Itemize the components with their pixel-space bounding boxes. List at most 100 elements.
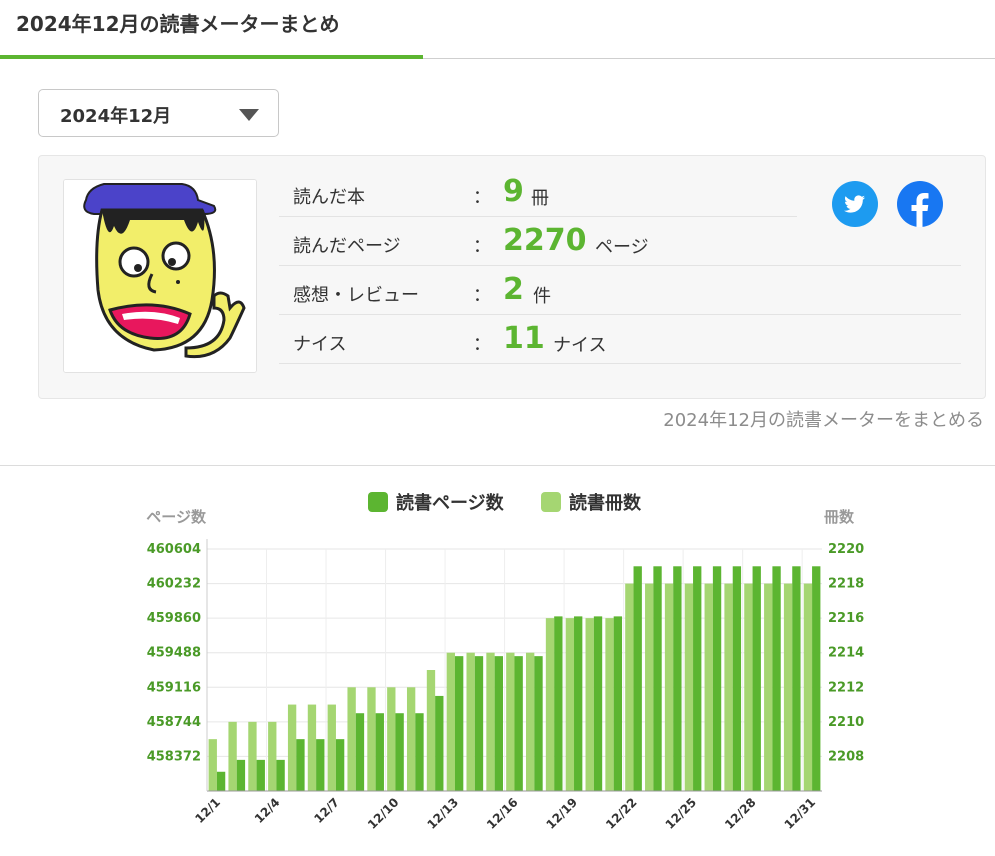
bar-pages: [494, 656, 503, 791]
stat-label: 読んだページ: [293, 236, 401, 257]
bar-pages: [335, 739, 345, 791]
summarize-month-link[interactable]: 2024年12月の読書メーターをまとめる: [663, 406, 984, 432]
bar-books: [645, 583, 654, 791]
bar-pages: [236, 759, 246, 791]
bar-books: [387, 687, 396, 791]
stat-colon: ：: [473, 236, 491, 257]
stat-row-nice: ナイス ： 11 ナイス: [279, 316, 961, 364]
y-tick-label-left: 459488: [147, 646, 201, 661]
bar-pages: [454, 656, 464, 791]
y-tick-label-right: 2208: [828, 749, 864, 764]
bar-pages: [375, 713, 384, 791]
stat-unit: ページ: [595, 237, 649, 258]
stat-value: 11: [503, 321, 545, 356]
bar-pages: [673, 566, 682, 791]
bar-books: [664, 583, 674, 791]
bar-books: [367, 687, 376, 791]
bar-pages: [355, 713, 365, 791]
month-select-value: 2024年12月: [60, 106, 172, 127]
bar-books: [268, 721, 277, 791]
y-tick-label-left: 459860: [147, 611, 201, 626]
x-tick-label: 12/7: [311, 795, 342, 826]
legend-swatch: [368, 492, 388, 512]
twitter-icon: [844, 195, 865, 213]
month-select[interactable]: 2024年12月: [38, 89, 279, 137]
bar-pages: [514, 656, 523, 791]
stat-row-reviews: 感想・レビュー ： 2 件: [279, 267, 961, 315]
bar-books: [526, 652, 535, 791]
y-axis-title-left: ページ数: [146, 508, 207, 526]
summary-panel: 読んだ本 ： 9 冊 読んだページ ： 2270 ページ 感想・レビュー ： 2…: [38, 155, 986, 399]
x-tick-label: 12/31: [782, 795, 819, 832]
bar-pages: [316, 739, 325, 791]
y-tick-label-left: 458372: [147, 749, 201, 764]
x-tick-label: 12/10: [365, 795, 402, 832]
y-tick-label-right: 2218: [828, 577, 864, 592]
bar-pages: [534, 656, 543, 791]
bar-pages: [296, 739, 305, 791]
bar-books: [565, 618, 575, 791]
page-header: 2024年12月の読書メーターまとめ: [0, 0, 995, 59]
bar-books: [764, 583, 773, 791]
y-tick-label-left: 458744: [147, 715, 201, 730]
bar-books: [684, 583, 694, 791]
y-tick-label-right: 2214: [828, 646, 864, 661]
bar-pages: [474, 656, 484, 791]
bar-books: [724, 583, 733, 791]
avatar-illustration: [64, 180, 256, 372]
bar-books: [744, 583, 753, 791]
x-tick-label: 12/25: [663, 795, 700, 832]
bar-books: [208, 739, 217, 791]
bar-pages: [613, 616, 623, 791]
y-tick-label-left: 459116: [147, 680, 201, 695]
stat-colon: ：: [473, 187, 491, 208]
bar-books: [446, 652, 455, 791]
bar-books: [506, 652, 515, 791]
bar-pages: [593, 616, 603, 791]
bar-pages: [732, 566, 742, 791]
bar-pages: [395, 713, 404, 791]
bar-books: [426, 670, 436, 791]
legend-label: 読書冊数: [569, 492, 642, 514]
bar-pages: [653, 566, 662, 791]
y-axis-title-right: 冊数: [824, 508, 855, 526]
bar-books: [486, 652, 495, 791]
y-tick-label-right: 2220: [828, 542, 864, 557]
bar-books: [704, 583, 713, 791]
legend-label: 読書ページ数: [396, 492, 505, 514]
bar-pages: [415, 713, 424, 791]
y-tick-label-right: 2216: [828, 611, 864, 626]
facebook-icon: [911, 193, 929, 227]
bar-pages: [574, 616, 583, 791]
y-tick-label-left: 460604: [147, 542, 201, 557]
x-tick-label: 12/4: [252, 795, 283, 826]
bar-pages: [712, 566, 722, 791]
bar-books: [287, 704, 297, 791]
y-tick-label-left: 460232: [147, 577, 201, 592]
bar-pages: [276, 759, 285, 791]
reading-chart: 460604 460232 459860 459488 459116 458744 4583…: [146, 492, 864, 832]
x-tick-label: 12/22: [603, 795, 640, 832]
bar-books: [248, 721, 257, 791]
stat-value: 2270: [503, 223, 587, 258]
page-title: 2024年12月の読書メーターまとめ: [16, 12, 340, 36]
avatar[interactable]: [63, 179, 257, 373]
bar-books: [307, 704, 317, 791]
stat-label: 読んだ本: [293, 187, 365, 208]
x-tick-label: 12/13: [424, 795, 461, 832]
x-tick-label: 12/1: [192, 795, 223, 826]
bar-books: [406, 687, 416, 791]
stat-unit: 冊: [531, 188, 549, 209]
bar-pages: [772, 566, 781, 791]
bar-books: [625, 583, 634, 791]
bar-books: [228, 721, 237, 791]
facebook-share-button[interactable]: [897, 181, 943, 227]
bar-books: [585, 618, 594, 791]
bar-pages: [792, 566, 801, 791]
stat-colon: ：: [473, 334, 491, 355]
bar-books: [545, 618, 555, 791]
stat-value: 2: [503, 272, 524, 307]
bar-books: [803, 583, 813, 791]
x-tick-label: 12/19: [544, 795, 581, 832]
twitter-share-button[interactable]: [832, 181, 878, 227]
